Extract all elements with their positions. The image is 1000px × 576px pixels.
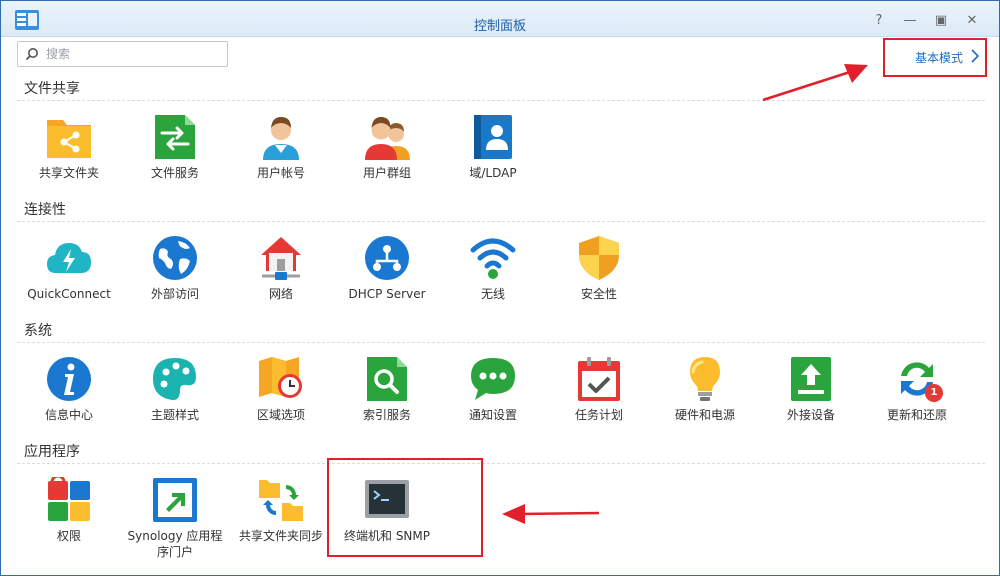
item-label: 任务计划 xyxy=(574,408,623,422)
info-center-icon xyxy=(47,357,91,401)
chevron-right-icon xyxy=(971,49,979,63)
regional-options-icon xyxy=(259,357,302,398)
item-label: 共享文件夹 xyxy=(38,166,99,180)
close-icon[interactable]: ✕ xyxy=(964,13,980,29)
dhcp-server-icon xyxy=(365,236,409,280)
item-label: 用户帐号 xyxy=(256,166,305,180)
item-label: 信息中心 xyxy=(44,408,93,422)
notification-icon xyxy=(471,358,515,400)
application-portal-icon xyxy=(153,478,197,522)
item-label: 主题样式 xyxy=(150,408,199,422)
item-label: 用户群组 xyxy=(362,166,411,180)
item-label: Synology 应用程 序门户 xyxy=(122,528,228,560)
search-input[interactable] xyxy=(46,45,221,63)
item-label: 区域选项 xyxy=(256,408,305,422)
item-label: 文件服务 xyxy=(150,166,199,180)
item-dhcp-server[interactable]: DHCP Server xyxy=(334,235,440,317)
task-scheduler-icon xyxy=(578,357,620,401)
item-notification[interactable]: 通知设置 xyxy=(440,356,546,438)
basic-mode-label: 基本模式 xyxy=(915,51,964,65)
file-services-icon xyxy=(155,115,195,159)
maximize-icon[interactable]: ▣ xyxy=(933,13,949,29)
group-icon xyxy=(365,117,410,160)
title-bar: 控制面板 ? — ▣ ✕ xyxy=(1,1,999,37)
shared-folder-icon xyxy=(47,120,91,158)
item-label: 通知设置 xyxy=(468,408,517,422)
section-divider xyxy=(17,463,985,464)
item-label: 权限 xyxy=(56,529,81,543)
external-devices-icon xyxy=(791,357,831,401)
item-domain-ldap[interactable]: 域/LDAP xyxy=(440,114,546,196)
item-update-restore[interactable]: 1 更新和还原 xyxy=(864,356,970,438)
item-external-devices[interactable]: 外接设备 xyxy=(758,356,864,438)
network-icon xyxy=(261,237,301,280)
terminal-snmp-highlight-box xyxy=(327,458,483,557)
theme-icon xyxy=(153,358,196,401)
item-shared-folder-sync[interactable]: 共享文件夹同步 xyxy=(228,477,334,559)
section-title-applications: 应用程序 xyxy=(24,444,80,460)
item-info-center[interactable]: 信息中心 xyxy=(16,356,122,438)
item-privileges[interactable]: 权限 xyxy=(16,477,122,559)
window-title: 控制面板 xyxy=(473,19,526,34)
domain-ldap-icon xyxy=(474,115,512,159)
annotation-arrow-terminal xyxy=(502,504,600,524)
section-title-file-sharing: 文件共享 xyxy=(24,81,80,97)
item-indexing-service[interactable]: 索引服务 xyxy=(334,356,440,438)
quickconnect-icon xyxy=(47,243,91,273)
item-label: 无线 xyxy=(480,287,505,301)
item-label: 外接设备 xyxy=(786,408,835,422)
basic-mode-link[interactable]: 基本模式 xyxy=(883,38,987,77)
help-icon[interactable]: ? xyxy=(871,13,887,29)
item-security[interactable]: 安全性 xyxy=(546,235,652,317)
item-theme[interactable]: 主题样式 xyxy=(122,356,228,438)
search-box[interactable] xyxy=(17,41,228,67)
item-label: 域/LDAP xyxy=(469,166,517,180)
item-label: 硬件和电源 xyxy=(674,408,735,422)
item-shared-folder[interactable]: 共享文件夹 xyxy=(16,114,122,196)
item-user-group[interactable]: 用户群组 xyxy=(334,114,440,196)
section-divider xyxy=(17,342,985,343)
item-label: QuickConnect xyxy=(27,287,111,301)
item-label: 网络 xyxy=(268,287,293,301)
hardware-power-icon xyxy=(690,357,720,401)
item-label: 索引服务 xyxy=(362,408,411,422)
external-access-icon xyxy=(153,236,197,280)
item-external-access[interactable]: 外部访问 xyxy=(122,235,228,317)
item-label: 外部访问 xyxy=(150,287,199,301)
item-label: 安全性 xyxy=(580,287,617,301)
control-panel-window: 控制面板 ? — ▣ ✕ 基本模式 文件共享 共享文件夹 xyxy=(0,0,1000,576)
item-hardware-power[interactable]: 硬件和电源 xyxy=(652,356,758,438)
item-quickconnect[interactable]: QuickConnect xyxy=(16,235,122,317)
item-label: DHCP Server xyxy=(348,287,426,301)
wireless-icon xyxy=(470,238,516,279)
item-label-line-2: 序门户 xyxy=(156,545,193,559)
indexing-service-icon xyxy=(367,357,407,401)
user-icon xyxy=(263,117,299,160)
item-application-portal[interactable]: Synology 应用程 序门户 xyxy=(122,477,228,559)
item-task-scheduler[interactable]: 任务计划 xyxy=(546,356,652,438)
minimize-icon[interactable]: — xyxy=(902,13,918,29)
privileges-icon xyxy=(48,477,90,521)
item-file-services[interactable]: 文件服务 xyxy=(122,114,228,196)
section-divider xyxy=(17,221,985,222)
item-label: 共享文件夹同步 xyxy=(238,529,323,543)
search-icon xyxy=(25,48,38,61)
update-badge-count: 1 xyxy=(930,387,938,398)
item-regional-options[interactable]: 区域选项 xyxy=(228,356,334,438)
annotation-arrow-basic-mode xyxy=(762,64,868,102)
section-title-system: 系统 xyxy=(24,323,52,339)
item-label: 更新和还原 xyxy=(886,408,947,422)
item-network[interactable]: 网络 xyxy=(228,235,334,317)
section-title-connectivity: 连接性 xyxy=(24,202,66,218)
item-wireless[interactable]: 无线 xyxy=(440,235,546,317)
item-label-line-1: Synology 应用程 xyxy=(127,529,223,543)
shared-folder-sync-icon xyxy=(259,480,303,521)
security-icon xyxy=(579,236,619,280)
item-user-account[interactable]: 用户帐号 xyxy=(228,114,334,196)
